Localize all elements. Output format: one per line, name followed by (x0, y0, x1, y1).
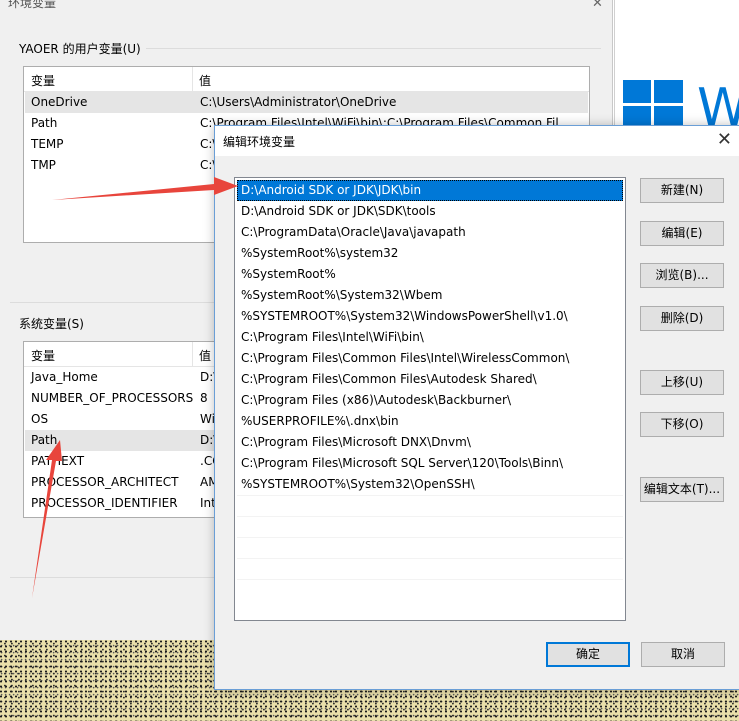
path-entry-text: C:\ProgramData\Oracle\Java\javapath (241, 225, 466, 239)
empty-row[interactable] (237, 558, 623, 580)
column-header-variable[interactable]: 变量 (31, 347, 55, 364)
var-name: TEMP (31, 137, 64, 151)
close-icon[interactable]: ✕ (717, 129, 732, 150)
path-entry[interactable]: %SYSTEMROOT%\System32\WindowsPowerShell\… (237, 306, 623, 327)
path-entry[interactable]: C:\Program Files\Microsoft SQL Server\12… (237, 453, 623, 474)
var-value: Wi (200, 412, 215, 426)
path-entry[interactable]: C:\Program Files\Microsoft DNX\Dnvm\ (237, 432, 623, 453)
path-entry[interactable]: C:\Program Files (x86)\Autodesk\Backburn… (237, 390, 623, 411)
path-entry-text: C:\Program Files\Microsoft SQL Server\12… (241, 456, 564, 470)
user-vars-group-label: YAOER 的用户变量(U) (19, 42, 141, 56)
path-entry-text: C:\Program Files\Common Files\Autodesk S… (241, 372, 537, 386)
path-entry[interactable]: %SystemRoot% (237, 264, 623, 285)
path-entry-text: D:\Android SDK or JDK\JDK\bin (241, 183, 422, 197)
column-separator[interactable] (192, 342, 193, 366)
var-name: Path (31, 116, 58, 130)
delete-button[interactable]: 删除(D) (640, 306, 724, 331)
path-entry[interactable]: %SystemRoot%\system32 (237, 243, 623, 264)
var-name: PROCESSOR_IDENTIFIER (31, 496, 178, 510)
dialog-titlebar[interactable]: 编辑环境变量 ✕ (215, 126, 739, 156)
path-entry-text: %SystemRoot%\system32 (241, 246, 399, 260)
system-vars-group-label: 系统变量(S) (19, 317, 84, 331)
path-entry[interactable]: C:\Program Files\Common Files\Intel\Wire… (237, 348, 623, 369)
var-name: OneDrive (31, 95, 88, 109)
path-entry[interactable]: %SystemRoot%\System32\Wbem (237, 285, 623, 306)
browse-button[interactable]: 浏览(B)... (640, 263, 724, 288)
group-divider (146, 48, 601, 49)
var-name: Path (31, 433, 58, 447)
move-up-button[interactable]: 上移(U) (640, 370, 724, 395)
path-entry-text: %SYSTEMROOT%\System32\WindowsPowerShell\… (241, 309, 568, 323)
empty-row[interactable] (237, 516, 623, 538)
path-entry-text: C:\Program Files\Microsoft DNX\Dnvm\ (241, 435, 471, 449)
windows-logo-icon (623, 80, 683, 130)
path-entry-text: D:\Android SDK or JDK\SDK\tools (241, 204, 436, 218)
edit-env-var-dialog: 编辑环境变量 ✕ D:\Android SDK or JDK\JDK\bin D:… (214, 125, 739, 690)
desktop-background: W (614, 0, 739, 138)
column-header-value[interactable]: 值 (199, 72, 211, 89)
var-value: 8 (200, 391, 208, 405)
var-value: C:\Users\Administrator\OneDrive (200, 95, 397, 109)
dialog-title: 编辑环境变量 (223, 135, 296, 149)
path-entry[interactable]: C:\Program Files\Intel\WiFi\bin\ (237, 327, 623, 348)
path-entry[interactable]: %SYSTEMROOT%\System32\OpenSSH\ (237, 474, 623, 495)
path-entry-text: C:\Program Files\Intel\WiFi\bin\ (241, 330, 424, 344)
path-entry[interactable]: D:\Android SDK or JDK\SDK\tools (237, 201, 623, 222)
move-down-button[interactable]: 下移(O) (640, 412, 724, 437)
cancel-button[interactable]: 取消 (641, 642, 725, 667)
path-entry-text: C:\Program Files (x86)\Autodesk\Backburn… (241, 393, 511, 407)
window-title: 环境变量 (8, 0, 57, 10)
ok-button[interactable]: 确定 (546, 642, 630, 667)
path-entry-text: %SYSTEMROOT%\System32\OpenSSH\ (241, 477, 475, 491)
column-separator[interactable] (192, 67, 193, 91)
column-header-variable[interactable]: 变量 (31, 72, 55, 89)
path-entry[interactable]: D:\Android SDK or JDK\JDK\bin (237, 180, 623, 201)
list-item[interactable]: OneDrive C:\Users\Administrator\OneDrive (25, 92, 588, 113)
var-name: PATHEXT (31, 454, 85, 468)
var-name: Java_Home (31, 370, 98, 384)
list-header: 变量 值 (24, 67, 589, 92)
edit-button[interactable]: 编辑(E) (640, 221, 724, 246)
empty-row[interactable] (237, 495, 623, 517)
var-name: TMP (31, 158, 56, 172)
new-button[interactable]: 新建(N) (640, 178, 724, 203)
empty-row[interactable] (237, 579, 623, 601)
path-entry-text: %SystemRoot%\System32\Wbem (241, 288, 443, 302)
var-name: OS (31, 412, 49, 426)
close-icon[interactable]: ✕ (592, 0, 603, 11)
path-entries-list[interactable]: D:\Android SDK or JDK\JDK\bin D:\Android … (234, 177, 626, 621)
path-entry-text: C:\Program Files\Common Files\Intel\Wire… (241, 351, 570, 365)
path-entry-text: %SystemRoot% (241, 267, 336, 281)
path-entry[interactable]: C:\ProgramData\Oracle\Java\javapath (237, 222, 623, 243)
var-name: PROCESSOR_ARCHITECT (31, 475, 179, 489)
empty-row[interactable] (237, 537, 623, 559)
column-header-value[interactable]: 值 (199, 347, 211, 364)
var-name: NUMBER_OF_PROCESSORS (31, 391, 194, 405)
path-entry-text: %USERPROFILE%\.dnx\bin (241, 414, 399, 428)
edit-text-button[interactable]: 编辑文本(T)... (640, 477, 724, 502)
path-entry[interactable]: %USERPROFILE%\.dnx\bin (237, 411, 623, 432)
path-entry[interactable]: C:\Program Files\Common Files\Autodesk S… (237, 369, 623, 390)
